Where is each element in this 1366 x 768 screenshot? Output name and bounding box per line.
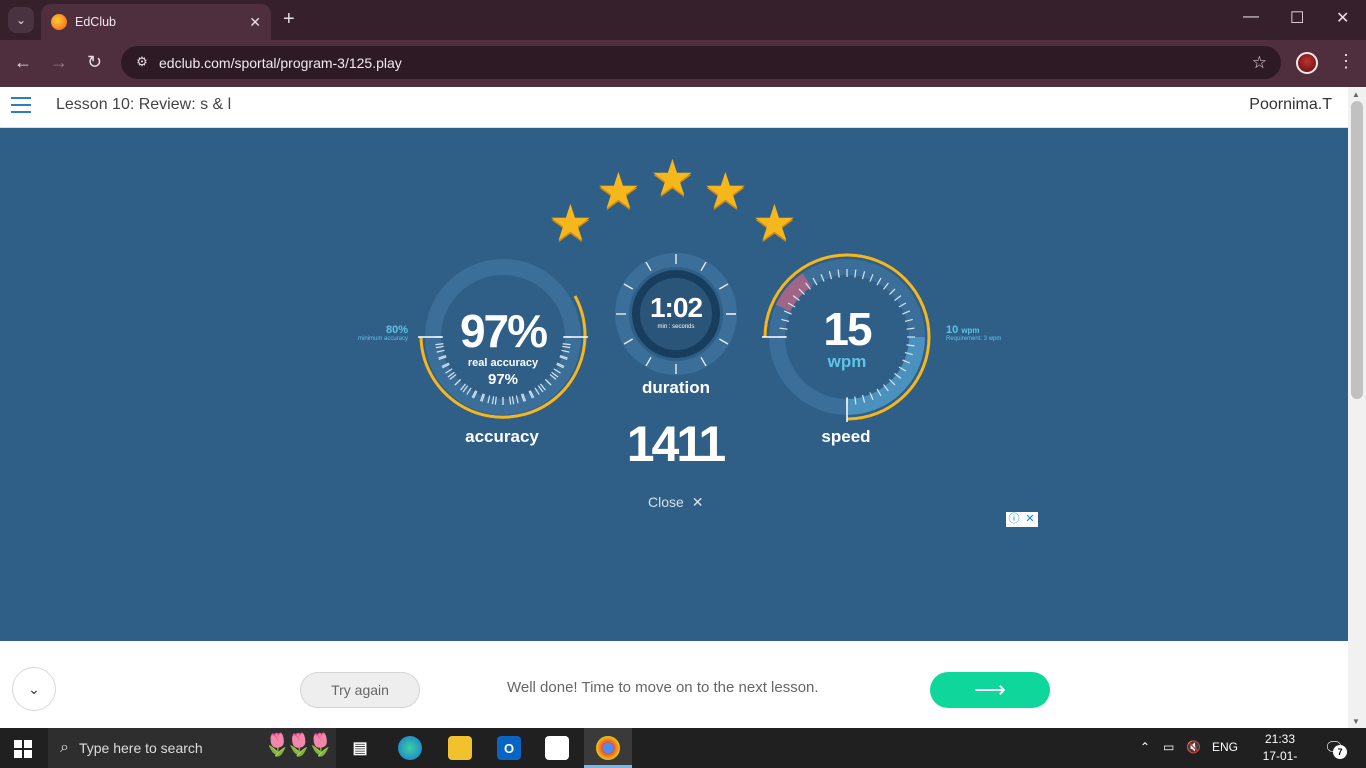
taskbar-search-placeholder: Type here to search xyxy=(78,740,203,756)
browser-tab-strip: ⌄ EdClub ✕ + — ☐ ✕ xyxy=(0,0,1366,40)
accuracy-label: accuracy xyxy=(465,427,539,446)
windows-taskbar: ⌕ Type here to search 🌷🌷🌷 ▤ O ⌃ ▭ 🔇 ENG … xyxy=(0,728,1366,768)
minimum-accuracy-value: 80% xyxy=(385,324,408,336)
minimize-icon[interactable]: — xyxy=(1243,8,1259,26)
duration-label: duration xyxy=(642,378,710,397)
accuracy-gauge: 97% real accuracy 97% xyxy=(418,252,588,422)
speed-requirement-label: Requirement: 3 wpm xyxy=(946,336,1002,342)
user-name[interactable]: Poornima.T xyxy=(1249,96,1332,114)
page-header: Lesson 10: Review: s & l Poornima.T xyxy=(0,87,1348,128)
minimum-accuracy-label: minimum accuracy xyxy=(357,336,408,342)
back-arrow-icon[interactable]: ← xyxy=(14,52,32,73)
try-again-button[interactable]: Try again xyxy=(300,672,420,708)
duration-gauge: 1:02 min : seconds xyxy=(614,252,738,376)
accuracy-value: 97% xyxy=(459,305,548,357)
close-label: Close xyxy=(648,494,684,510)
site-info-icon[interactable]: ⚙ xyxy=(133,54,151,72)
search-icon: ⌕ xyxy=(60,739,69,756)
address-bar[interactable]: ⚙ edclub.com/sportal/program-3/125.play … xyxy=(121,46,1281,79)
duration-unit: min : seconds xyxy=(657,324,695,330)
collapse-chevron-button[interactable]: ⌄ xyxy=(12,667,56,711)
close-icon: ✕ xyxy=(691,494,704,510)
browser-menu-icon[interactable]: ⋮ xyxy=(1337,51,1355,72)
next-lesson-button[interactable]: ⟶ xyxy=(930,672,1050,708)
score-value: 1411 xyxy=(626,416,726,472)
window-close-icon[interactable]: ✕ xyxy=(1336,8,1349,28)
taskbar-clock[interactable]: 21:33 17-01-2025 xyxy=(1250,731,1310,768)
star-icon: ★ xyxy=(596,163,641,219)
task-view-icon[interactable]: ▤ xyxy=(348,736,372,760)
tab-close-icon[interactable]: ✕ xyxy=(249,14,261,31)
scroll-down-arrow-icon[interactable]: ▼ xyxy=(1352,717,1360,726)
lesson-title: Lesson 10: Review: s & l xyxy=(56,96,232,113)
browser-toolbar: ← → ↻ ⚙ edclub.com/sportal/program-3/125… xyxy=(0,40,1366,87)
clock-time: 21:33 xyxy=(1264,732,1296,746)
outlook-icon[interactable]: O xyxy=(497,736,521,760)
url-text: edclub.com/sportal/program-3/125.play xyxy=(159,54,402,71)
ad-close-icon[interactable]: ✕ xyxy=(1022,512,1038,527)
star-icon: ★ xyxy=(703,163,748,219)
notification-count: 7 xyxy=(1333,745,1347,759)
speed-requirement-value: 10 xyxy=(946,324,959,336)
file-explorer-icon[interactable] xyxy=(448,736,472,760)
chrome-icon[interactable] xyxy=(596,736,620,760)
notification-center-icon[interactable]: 🗨7 xyxy=(1324,738,1347,759)
speaker-muted-icon[interactable]: 🔇 xyxy=(1186,740,1201,754)
speed-label: speed xyxy=(821,427,871,446)
hamburger-menu-icon[interactable] xyxy=(11,97,31,113)
browser-tab[interactable]: EdClub ✕ xyxy=(41,4,271,40)
scrollbar-thumb[interactable] xyxy=(1351,101,1363,399)
scroll-up-arrow-icon[interactable]: ▲ xyxy=(1352,90,1360,99)
tulips-icon: 🌷🌷🌷 xyxy=(263,732,334,757)
speed-unit: wpm xyxy=(827,352,867,371)
profile-avatar[interactable] xyxy=(1296,52,1318,74)
lesson-footer: ⌄ Try again Well done! Time to move on t… xyxy=(0,641,1348,728)
language-indicator[interactable]: ENG xyxy=(1212,740,1238,754)
ad-choices[interactable]: ⓘ ✕ xyxy=(1006,512,1038,527)
ad-info-icon[interactable]: ⓘ xyxy=(1006,512,1022,527)
speed-value: 15 xyxy=(823,303,872,355)
speed-requirement-note: 10 wpm Requirement: 3 wpm xyxy=(946,324,1026,342)
reload-icon[interactable]: ↻ xyxy=(87,52,102,73)
edge-browser-icon[interactable] xyxy=(398,736,422,760)
tab-search-button[interactable]: ⌄ xyxy=(8,7,34,33)
taskbar-search-box[interactable]: ⌕ Type here to search 🌷🌷🌷 xyxy=(48,728,336,768)
page-scrollbar[interactable]: ▲ ▼ xyxy=(1348,87,1366,728)
minimum-accuracy-note: 80% minimum accuracy xyxy=(330,324,408,342)
new-tab-button[interactable]: + xyxy=(283,8,295,30)
bookmark-star-icon[interactable]: ☆ xyxy=(1252,53,1267,73)
show-hidden-icons-icon[interactable]: ⌃ xyxy=(1140,740,1150,754)
battery-icon[interactable]: ▭ xyxy=(1163,740,1174,754)
forward-arrow-icon[interactable]: → xyxy=(50,52,68,73)
star-icon: ★ xyxy=(548,195,593,251)
clock-date: 17-01-2025 xyxy=(1262,749,1298,768)
speed-requirement-unit: wpm xyxy=(961,326,980,335)
speed-gauge: 15 wpm xyxy=(762,252,932,422)
real-accuracy-value: 97% xyxy=(487,371,519,388)
rating-stars: ★ ★ ★ ★ ★ xyxy=(545,150,805,250)
tab-title: EdClub xyxy=(75,15,116,29)
maximize-icon[interactable]: ☐ xyxy=(1290,8,1304,28)
duration-value: 1:02 xyxy=(649,292,703,323)
edclub-favicon-icon xyxy=(51,14,67,30)
star-icon: ★ xyxy=(650,150,695,206)
real-accuracy-label: real accuracy xyxy=(467,357,539,369)
microsoft-store-icon[interactable] xyxy=(545,736,569,760)
completion-message: Well done! Time to move on to the next l… xyxy=(507,679,819,696)
star-icon: ★ xyxy=(752,195,797,251)
windows-start-icon[interactable] xyxy=(14,740,32,758)
close-results-link[interactable]: Close ✕ xyxy=(648,494,703,511)
